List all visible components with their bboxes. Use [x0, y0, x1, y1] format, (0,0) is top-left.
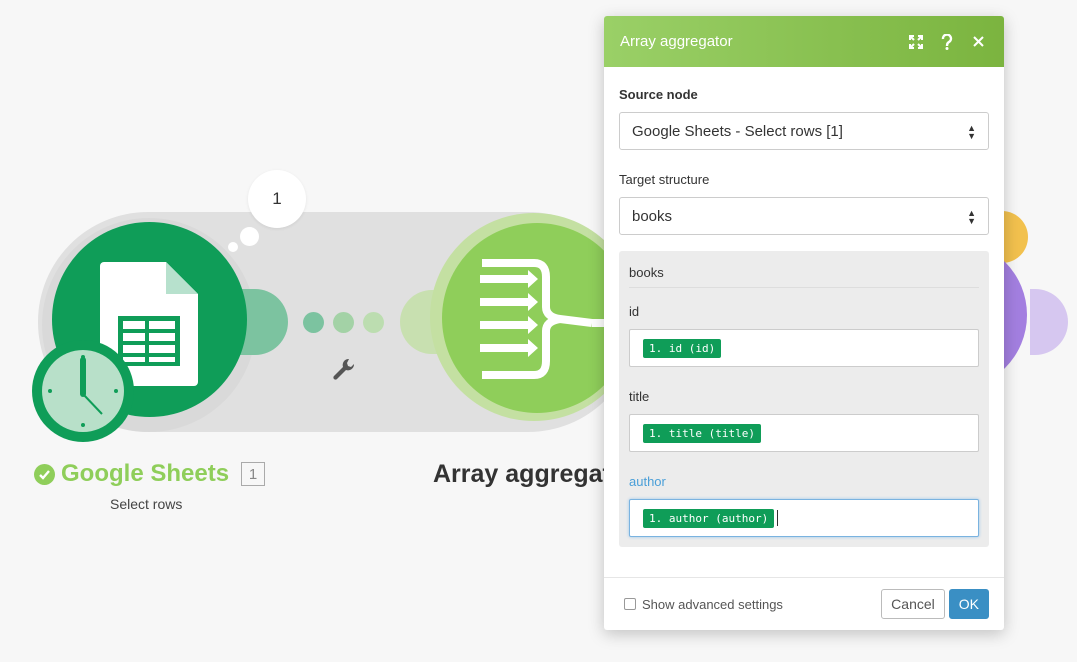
- advanced-settings-label[interactable]: Show advanced settings: [642, 597, 881, 612]
- thought-bubble-medium: [240, 227, 259, 246]
- select-arrows-icon: ▲ ▼: [967, 208, 976, 226]
- dialog-footer: Show advanced settings Cancel OK: [604, 577, 1004, 630]
- dialog-header[interactable]: Array aggregator: [604, 16, 1004, 67]
- structure-name: books: [629, 265, 664, 280]
- wrench-icon[interactable]: [330, 356, 356, 382]
- operations-count: 1: [272, 189, 282, 208]
- field-input-title[interactable]: 1. title (title): [629, 414, 979, 452]
- google-sheets-label: Google Sheets 1: [34, 460, 266, 488]
- connector-dot[interactable]: [303, 312, 324, 333]
- mapped-value-pill[interactable]: 1. author (author): [643, 508, 775, 528]
- source-node-select[interactable]: Google Sheets - Select rows [1] ▲ ▼: [619, 112, 989, 150]
- array-aggregator-dialog: Array aggregator Source node Google Shee…: [604, 16, 1004, 630]
- google-sheets-title[interactable]: Google Sheets: [61, 460, 229, 488]
- module-id-badge: 1: [241, 462, 266, 486]
- clock-icon: [42, 350, 124, 432]
- source-node-value: Google Sheets - Select rows [1]: [632, 122, 843, 140]
- target-structure-value: books: [632, 207, 673, 225]
- google-sheets-subtitle: Select rows: [110, 496, 183, 512]
- select-arrows-icon: ▲ ▼: [967, 123, 976, 141]
- expand-icon[interactable]: [906, 32, 926, 52]
- target-structure-select[interactable]: books ▲ ▼: [619, 197, 989, 235]
- text-caret: [777, 510, 779, 526]
- connector-dot[interactable]: [363, 312, 384, 333]
- cancel-button[interactable]: Cancel: [881, 589, 945, 619]
- source-node-label: Source node: [619, 87, 698, 102]
- help-icon[interactable]: [937, 32, 957, 52]
- field-label-title: title: [629, 389, 650, 404]
- field-label-id: id: [629, 304, 640, 319]
- mapped-value-pill[interactable]: 1. title (title): [643, 423, 761, 443]
- field-label-author: author: [629, 474, 666, 489]
- check-icon: [34, 463, 55, 485]
- operations-count-bubble[interactable]: 1: [248, 170, 306, 228]
- close-icon[interactable]: [968, 32, 988, 52]
- field-input-author[interactable]: 1. author (author): [629, 499, 979, 537]
- mapped-value-pill[interactable]: 1. id (id): [643, 338, 722, 358]
- advanced-settings-checkbox[interactable]: [624, 598, 636, 610]
- connector-dot[interactable]: [333, 312, 354, 333]
- structure-fields-panel: books id 1. id (id) title 1. title (titl…: [619, 251, 989, 547]
- field-input-id[interactable]: 1. id (id): [629, 329, 979, 367]
- next-module-handle[interactable]: [1030, 289, 1068, 355]
- array-aggregator-title[interactable]: Array aggregator: [433, 460, 608, 489]
- ok-button[interactable]: OK: [948, 589, 989, 619]
- divider: [629, 287, 979, 288]
- thought-bubble-small: [228, 242, 238, 252]
- dialog-title: Array aggregator: [620, 33, 733, 50]
- target-structure-label: Target structure: [619, 172, 710, 187]
